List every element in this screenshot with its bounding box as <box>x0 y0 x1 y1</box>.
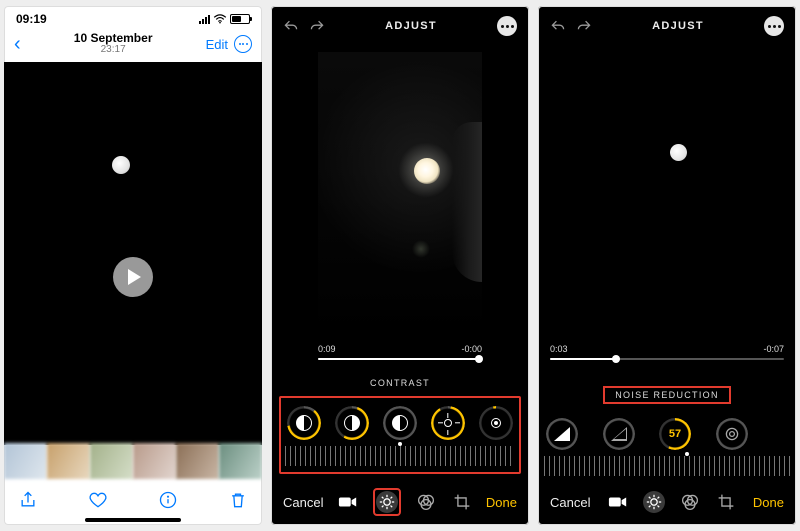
more-button[interactable] <box>234 35 252 53</box>
wifi-icon <box>213 14 227 24</box>
edit-button[interactable]: Edit <box>206 37 228 52</box>
dial-sharpness[interactable] <box>546 418 578 450</box>
more-button[interactable] <box>764 16 784 36</box>
share-button[interactable] <box>18 490 38 510</box>
mode-filters-button[interactable] <box>679 491 701 513</box>
dial-definition[interactable] <box>603 418 635 450</box>
adjust-dial-row[interactable]: 57 <box>544 410 790 452</box>
thumbnail[interactable] <box>133 443 176 479</box>
editor-top-bar: ADJUST <box>538 6 796 46</box>
screen-editor-noise-reduction: ADJUST 0:03 -0:07 NOISE REDUCTION 57 <box>538 6 796 525</box>
time-remaining: -0:07 <box>763 344 784 354</box>
mode-video-button[interactable] <box>337 491 359 513</box>
mode-adjust-highlight <box>373 488 401 516</box>
moon-image <box>670 144 687 161</box>
home-indicator[interactable] <box>85 518 181 522</box>
thumbnail-strip[interactable] <box>4 443 262 479</box>
adjust-controls: 57 <box>544 410 790 476</box>
time-elapsed: 0:09 <box>318 344 336 354</box>
adjust-dial-row[interactable] <box>281 398 519 442</box>
thumbnail[interactable] <box>176 443 219 479</box>
screen-editor-contrast: ADJUST 0:09 -0:00 CONTRAST <box>271 6 529 525</box>
editor-title: ADJUST <box>652 20 704 32</box>
dial-value: 57 <box>669 428 681 440</box>
dial-brightness[interactable] <box>431 406 465 440</box>
thumbnail[interactable] <box>219 443 262 479</box>
battery-icon <box>230 14 250 24</box>
redo-button[interactable] <box>309 18 325 34</box>
status-bar: 09:19 <box>4 6 262 28</box>
mode-adjust-button[interactable] <box>643 491 665 513</box>
mode-crop-button[interactable] <box>715 491 737 513</box>
status-time: 09:19 <box>16 12 47 26</box>
done-button[interactable]: Done <box>486 495 517 510</box>
bottom-toolbar <box>4 485 262 515</box>
mode-adjust-button[interactable] <box>376 491 398 513</box>
screen-photos-viewer: 09:19 ‹ 10 September 23:17 Edit HDR <box>4 6 262 525</box>
time-remaining: -0:00 <box>461 344 482 354</box>
dial-exposure[interactable] <box>287 406 321 440</box>
delete-button[interactable] <box>228 490 248 510</box>
nav-time: 23:17 <box>74 44 153 56</box>
dial-noise-reduction[interactable]: 57 <box>659 418 691 450</box>
adjust-slider[interactable] <box>285 446 515 466</box>
cancel-button[interactable]: Cancel <box>283 495 323 510</box>
nav-date: 10 September <box>74 32 153 44</box>
moon-image <box>414 158 440 184</box>
info-button[interactable] <box>158 490 178 510</box>
cellular-icon <box>199 15 210 24</box>
dial-highlights[interactable] <box>335 406 369 440</box>
thumbnail[interactable] <box>90 443 133 479</box>
editor-bottom-bar: Cancel Done <box>271 485 529 519</box>
media-stage[interactable] <box>550 52 784 336</box>
editor-bottom-bar: Cancel Done <box>538 485 796 519</box>
more-button[interactable] <box>497 16 517 36</box>
adjustment-label: CONTRAST <box>271 376 529 390</box>
undo-button[interactable] <box>283 18 299 34</box>
video-timeline[interactable]: 0:03 -0:07 <box>550 344 784 364</box>
adjust-slider[interactable] <box>544 456 790 476</box>
mode-crop-button[interactable] <box>451 491 473 513</box>
editor-top-bar: ADJUST <box>271 6 529 46</box>
undo-button[interactable] <box>550 18 566 34</box>
adjustment-label-highlight: NOISE REDUCTION <box>603 386 731 404</box>
moon-image <box>112 156 130 174</box>
dial-contrast[interactable] <box>383 406 417 440</box>
nav-bar: ‹ 10 September 23:17 Edit <box>4 28 262 60</box>
mode-filters-button[interactable] <box>415 491 437 513</box>
video-timeline[interactable]: 0:09 -0:00 <box>318 344 482 364</box>
adjust-controls-highlight <box>279 396 521 474</box>
play-button[interactable] <box>113 257 153 297</box>
done-button[interactable]: Done <box>753 495 784 510</box>
editor-title: ADJUST <box>385 20 437 32</box>
redo-button[interactable] <box>576 18 592 34</box>
favorite-button[interactable] <box>88 490 108 510</box>
media-stage[interactable] <box>318 52 482 336</box>
media-stage[interactable] <box>4 62 262 445</box>
time-elapsed: 0:03 <box>550 344 568 354</box>
adjustment-label: NOISE REDUCTION <box>615 390 719 400</box>
thumbnail[interactable] <box>47 443 90 479</box>
dial-vignette[interactable] <box>716 418 748 450</box>
cancel-button[interactable]: Cancel <box>550 495 590 510</box>
mode-video-button[interactable] <box>607 491 629 513</box>
dial-blackpoint[interactable] <box>479 406 513 440</box>
thumbnail[interactable] <box>4 443 47 479</box>
back-button[interactable]: ‹ <box>14 33 21 56</box>
